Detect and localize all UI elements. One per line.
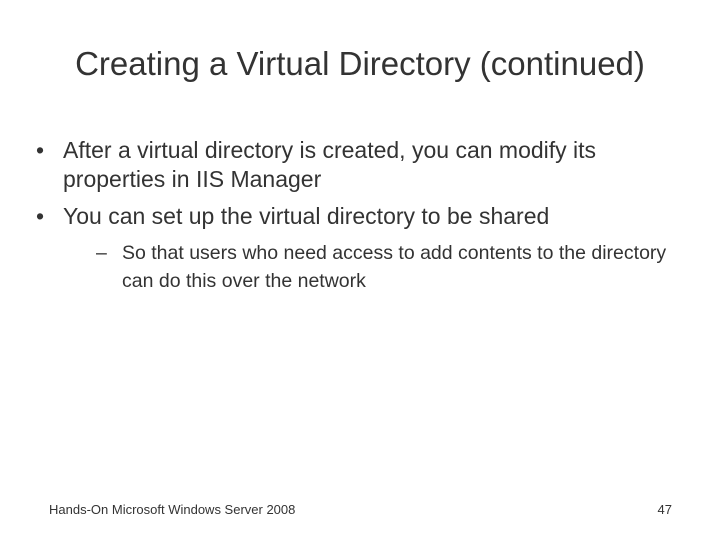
bullet-text: You can set up the virtual directory to …	[63, 203, 550, 229]
footer-book-title: Hands-On Microsoft Windows Server 2008	[49, 502, 296, 517]
bullet-item: • After a virtual directory is created, …	[36, 136, 696, 194]
sub-bullet-text: So that users who need access to add con…	[122, 242, 667, 292]
footer-page-number: 47	[657, 502, 672, 517]
slide-title: Creating a Virtual Directory (continued)	[75, 45, 645, 82]
bullet-item: • You can set up the virtual directory t…	[36, 202, 696, 231]
sub-bullet-item: – So that users who need access to add c…	[96, 239, 696, 295]
slide-body: • After a virtual directory is created, …	[36, 136, 696, 295]
bullet-marker: •	[36, 137, 45, 163]
bullet-text: After a virtual directory is created, yo…	[63, 137, 597, 192]
bullet-marker: •	[36, 203, 45, 229]
slide: Creating a Virtual Directory (continued)…	[0, 0, 720, 540]
sub-bullet-marker: –	[96, 242, 107, 264]
